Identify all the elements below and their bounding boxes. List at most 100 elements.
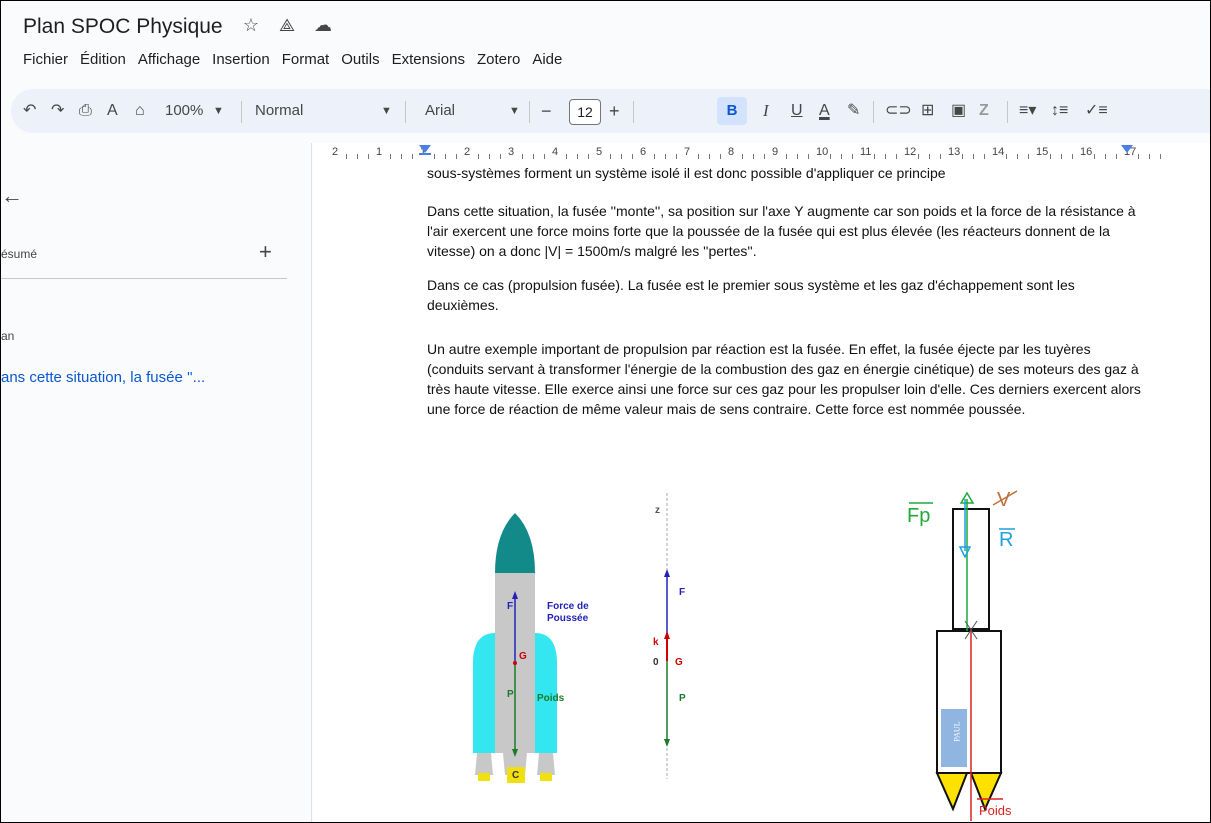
- spellcheck-icon[interactable]: A: [107, 89, 118, 133]
- menu-affichage[interactable]: Affichage: [138, 51, 200, 68]
- style-select[interactable]: Normal: [255, 89, 303, 133]
- ruler-tick: [929, 154, 930, 159]
- document-title[interactable]: Plan SPOC Physique: [23, 15, 223, 39]
- italic-button[interactable]: I: [763, 89, 769, 133]
- ruler-tick: [984, 154, 985, 159]
- ruler-tick: [1116, 154, 1117, 159]
- line-spacing-icon[interactable]: ↕≡: [1051, 89, 1068, 133]
- paragraph: sous-systèmes forment un système isolé i…: [427, 165, 946, 181]
- chevron-down-icon[interactable]: ▼: [509, 89, 520, 133]
- menu-zotero[interactable]: Zotero: [477, 51, 520, 68]
- ruler-label: 15: [1036, 146, 1049, 158]
- paul-label: PAUL: [952, 721, 962, 742]
- menu-bar: Fichier Édition Affichage Insertion Form…: [23, 51, 574, 68]
- insert-image-icon[interactable]: ▣: [951, 89, 966, 133]
- paint-format-icon[interactable]: ⌂: [135, 89, 145, 133]
- force-label-line1: Force de: [547, 601, 589, 612]
- increase-font-size-button[interactable]: +: [609, 89, 620, 133]
- outline-sidebar: ← ésumé + an ans cette situation, la fus…: [1, 143, 311, 822]
- font-select[interactable]: Arial: [425, 89, 455, 133]
- ruler-tick: [742, 154, 743, 159]
- outline-heading: an: [1, 329, 15, 343]
- handdrawn-rocket-drawing: [909, 490, 1018, 821]
- toolbar-divider: [529, 101, 530, 123]
- toolbar: ↶ ↷ ⎙ A ⌂ 100% ▼ Normal ▼ Arial ▼ − 12 +…: [11, 89, 1210, 133]
- toolbar-divider: [1007, 101, 1008, 123]
- ruler-tick: [621, 154, 622, 159]
- menu-edition[interactable]: Édition: [80, 51, 126, 68]
- checklist-icon[interactable]: ✓≡: [1085, 89, 1108, 133]
- r-vector-label: R: [999, 529, 1014, 551]
- menu-extensions[interactable]: Extensions: [392, 51, 465, 68]
- menu-aide[interactable]: Aide: [532, 51, 562, 68]
- ruler-tick: [830, 154, 831, 159]
- menu-outils[interactable]: Outils: [341, 51, 379, 68]
- undo-icon[interactable]: ↶: [23, 89, 36, 133]
- highlight-icon[interactable]: ✎: [847, 89, 860, 133]
- ruler-label: 11: [860, 146, 872, 158]
- chevron-down-icon[interactable]: ▼: [213, 89, 224, 133]
- ruler-tick: [1105, 154, 1106, 159]
- force-vector-label: F: [679, 587, 686, 598]
- axis-diagram: z F k 0 G P: [643, 493, 693, 783]
- ruler-tick: [973, 154, 974, 159]
- align-icon[interactable]: ≡▾: [1019, 89, 1036, 133]
- right-indent-marker[interactable]: [1121, 145, 1133, 153]
- add-summary-button[interactable]: +: [259, 239, 272, 265]
- chevron-down-icon[interactable]: ▼: [381, 89, 392, 133]
- star-icon[interactable]: ☆: [241, 15, 261, 36]
- cloud-saved-icon[interactable]: ☁: [313, 15, 333, 36]
- add-comment-icon[interactable]: ⊞: [921, 89, 934, 133]
- ruler-tick: [786, 154, 787, 159]
- ruler-tick: [1072, 154, 1073, 159]
- ruler-tick: [676, 154, 677, 159]
- ruler-tick: [1094, 154, 1095, 159]
- title-icons: ☆ ⟁ ☁: [241, 15, 333, 36]
- zoom-select[interactable]: 100%: [165, 89, 203, 133]
- ruler-tick: [456, 154, 457, 159]
- ruler-label: 2: [332, 146, 339, 158]
- ruler-label: 3: [508, 146, 515, 158]
- text-color-button[interactable]: A: [819, 89, 830, 133]
- window: Plan SPOC Physique ☆ ⟁ ☁ Fichier Édition…: [0, 0, 1211, 823]
- link-icon[interactable]: ⊂⊃: [885, 89, 912, 133]
- z-axis-label: z: [655, 505, 660, 516]
- menu-insertion[interactable]: Insertion: [212, 51, 270, 68]
- toolbar-divider: [633, 101, 634, 123]
- back-arrow-icon[interactable]: ←: [1, 183, 23, 209]
- weight-vector-label: P: [679, 693, 686, 704]
- outline-item[interactable]: ans cette situation, la fusée ''...: [1, 369, 205, 386]
- ruler-label: 10: [816, 146, 829, 158]
- ruler-tick: [632, 154, 633, 159]
- ruler-label: 4: [552, 146, 559, 158]
- menu-fichier[interactable]: Fichier: [23, 51, 68, 68]
- nozzle-label: C: [512, 770, 520, 781]
- ruler-label: 2: [464, 146, 471, 158]
- print-icon[interactable]: ⎙: [79, 89, 92, 133]
- decrease-font-size-button[interactable]: −: [541, 89, 552, 133]
- zotero-icon[interactable]: Z: [979, 89, 989, 133]
- ruler-tick: [841, 154, 842, 159]
- ruler-label: 12: [904, 146, 917, 158]
- ruler-tick: [500, 154, 501, 159]
- drive-move-icon[interactable]: ⟁: [277, 15, 297, 36]
- left-indent-marker[interactable]: [419, 145, 431, 153]
- menu-format[interactable]: Format: [282, 51, 330, 68]
- center-of-gravity-label: G: [675, 657, 683, 668]
- redo-icon[interactable]: ↷: [51, 89, 64, 133]
- underline-button[interactable]: U: [791, 89, 803, 133]
- toolbar-divider: [241, 101, 242, 123]
- title-bar: Plan SPOC Physique ☆ ⟁ ☁ Fichier Édition…: [1, 1, 1210, 81]
- bold-button[interactable]: B: [717, 97, 747, 125]
- handdrawn-rocket-diagram: Fp V R PAUL Poids: [897, 481, 1047, 822]
- ruler-tick: [1006, 154, 1007, 159]
- first-line-indent-marker[interactable]: [419, 153, 431, 155]
- ruler-label: 6: [640, 146, 647, 158]
- toolbar-divider: [405, 101, 406, 123]
- ruler-tick: [478, 154, 479, 159]
- ruler-label: 16: [1080, 146, 1093, 158]
- ruler-tick: [874, 154, 875, 159]
- rocket-drawing: [473, 513, 557, 783]
- center-of-gravity-label: G: [519, 651, 527, 662]
- font-size-input[interactable]: 12: [569, 99, 601, 125]
